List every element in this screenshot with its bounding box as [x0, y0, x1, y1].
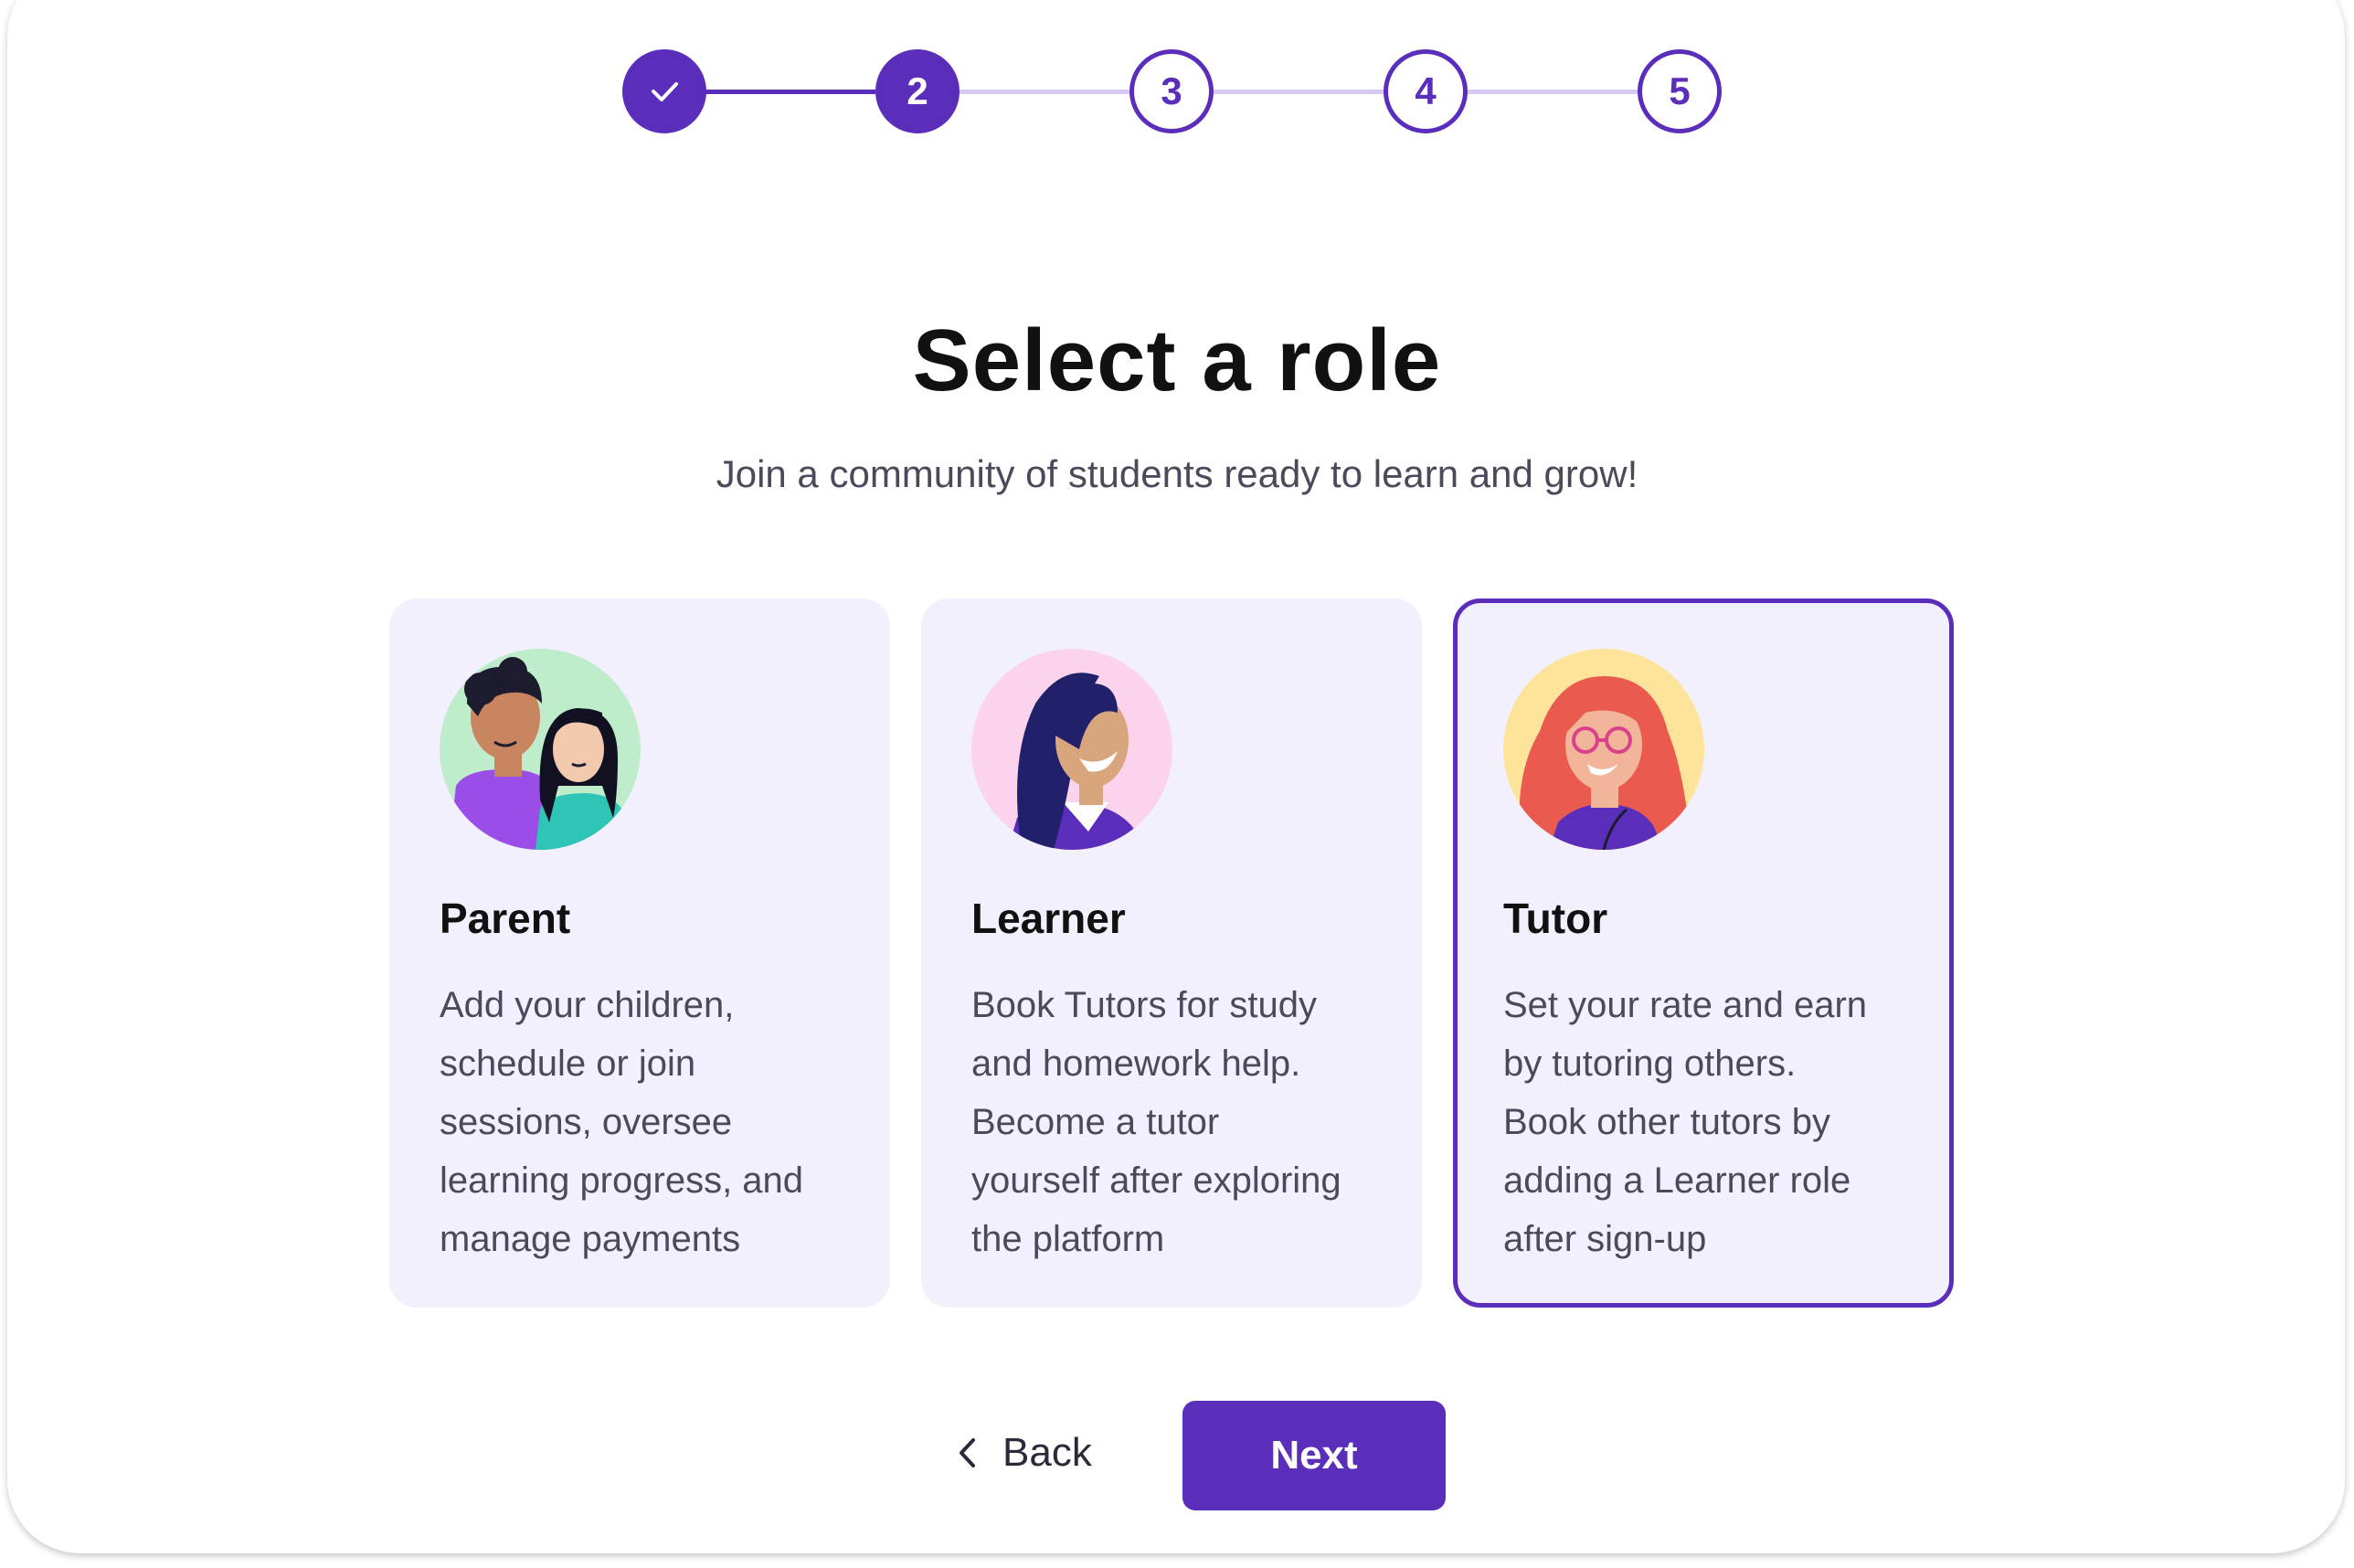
description-line: Add your children,	[440, 985, 735, 1025]
description-line: Set your rate and earn	[1503, 985, 1868, 1025]
page-title: Select a role	[912, 312, 1442, 409]
description-line: sessions, oversee	[440, 1102, 733, 1142]
progress-stepper: 2 3 4 5	[0, 0, 2354, 183]
role-title-learner: Learner	[971, 895, 1126, 942]
step-4-number: 4	[1415, 69, 1437, 112]
step-3-number: 3	[1161, 69, 1182, 112]
role-description-tutor: Set your rate and earn by tutoring other…	[1503, 976, 1924, 1268]
stepper-connector-2	[960, 90, 1129, 94]
description-line: after sign-up	[1503, 1219, 1707, 1259]
step-3[interactable]: 3	[1129, 49, 1214, 133]
role-title-parent: Parent	[440, 895, 571, 942]
back-button-label: Back	[1002, 1430, 1092, 1475]
stepper-connector-4	[1468, 90, 1638, 94]
next-button[interactable]: Next	[1182, 1401, 1446, 1510]
back-button[interactable]: Back	[955, 1407, 1129, 1499]
description-line: Book Tutors for study	[971, 985, 1317, 1025]
description-line: yourself after exploring	[971, 1160, 1341, 1201]
description-line: by tutoring others.	[1503, 1044, 1797, 1084]
chevron-left-icon	[960, 1438, 975, 1467]
description-line: Become a tutor	[971, 1102, 1220, 1142]
step-4[interactable]: 4	[1384, 49, 1468, 133]
stepper-connector-3	[1214, 90, 1384, 94]
parent-avatar-illustration	[440, 649, 641, 850]
description-line: the platform	[971, 1219, 1165, 1259]
role-description-learner: Book Tutors for study and homework help.…	[971, 976, 1392, 1268]
checkmark-icon	[652, 82, 678, 101]
description-line: schedule or join	[440, 1044, 696, 1084]
role-card-learner[interactable]: Learner Book Tutors for study and homewo…	[921, 599, 1422, 1308]
description-line: and homework help.	[971, 1044, 1301, 1084]
description-line: learning progress, and	[440, 1160, 804, 1201]
description-line: adding a Learner role	[1503, 1160, 1851, 1201]
step-2-number: 2	[907, 69, 928, 112]
page-subtitle: Join a community of students ready to le…	[716, 452, 1638, 495]
role-card-tutor[interactable]: Tutor Set your rate and earn by tutoring…	[1453, 599, 1954, 1308]
learner-avatar-illustration	[971, 649, 1172, 850]
stepper-connector-1	[705, 90, 875, 94]
role-description-parent: Add your children, schedule or join sess…	[440, 976, 860, 1268]
description-line: manage payments	[440, 1219, 741, 1259]
role-title-tutor: Tutor	[1503, 895, 1608, 942]
step-5[interactable]: 5	[1638, 49, 1722, 133]
role-card-parent[interactable]: Parent Add your children, schedule or jo…	[389, 599, 890, 1308]
step-2-current[interactable]: 2	[875, 49, 960, 133]
step-1-completed[interactable]	[622, 49, 706, 133]
step-5-number: 5	[1669, 69, 1691, 112]
tutor-avatar-illustration	[1503, 649, 1704, 850]
description-line: Book other tutors by	[1503, 1102, 1830, 1142]
